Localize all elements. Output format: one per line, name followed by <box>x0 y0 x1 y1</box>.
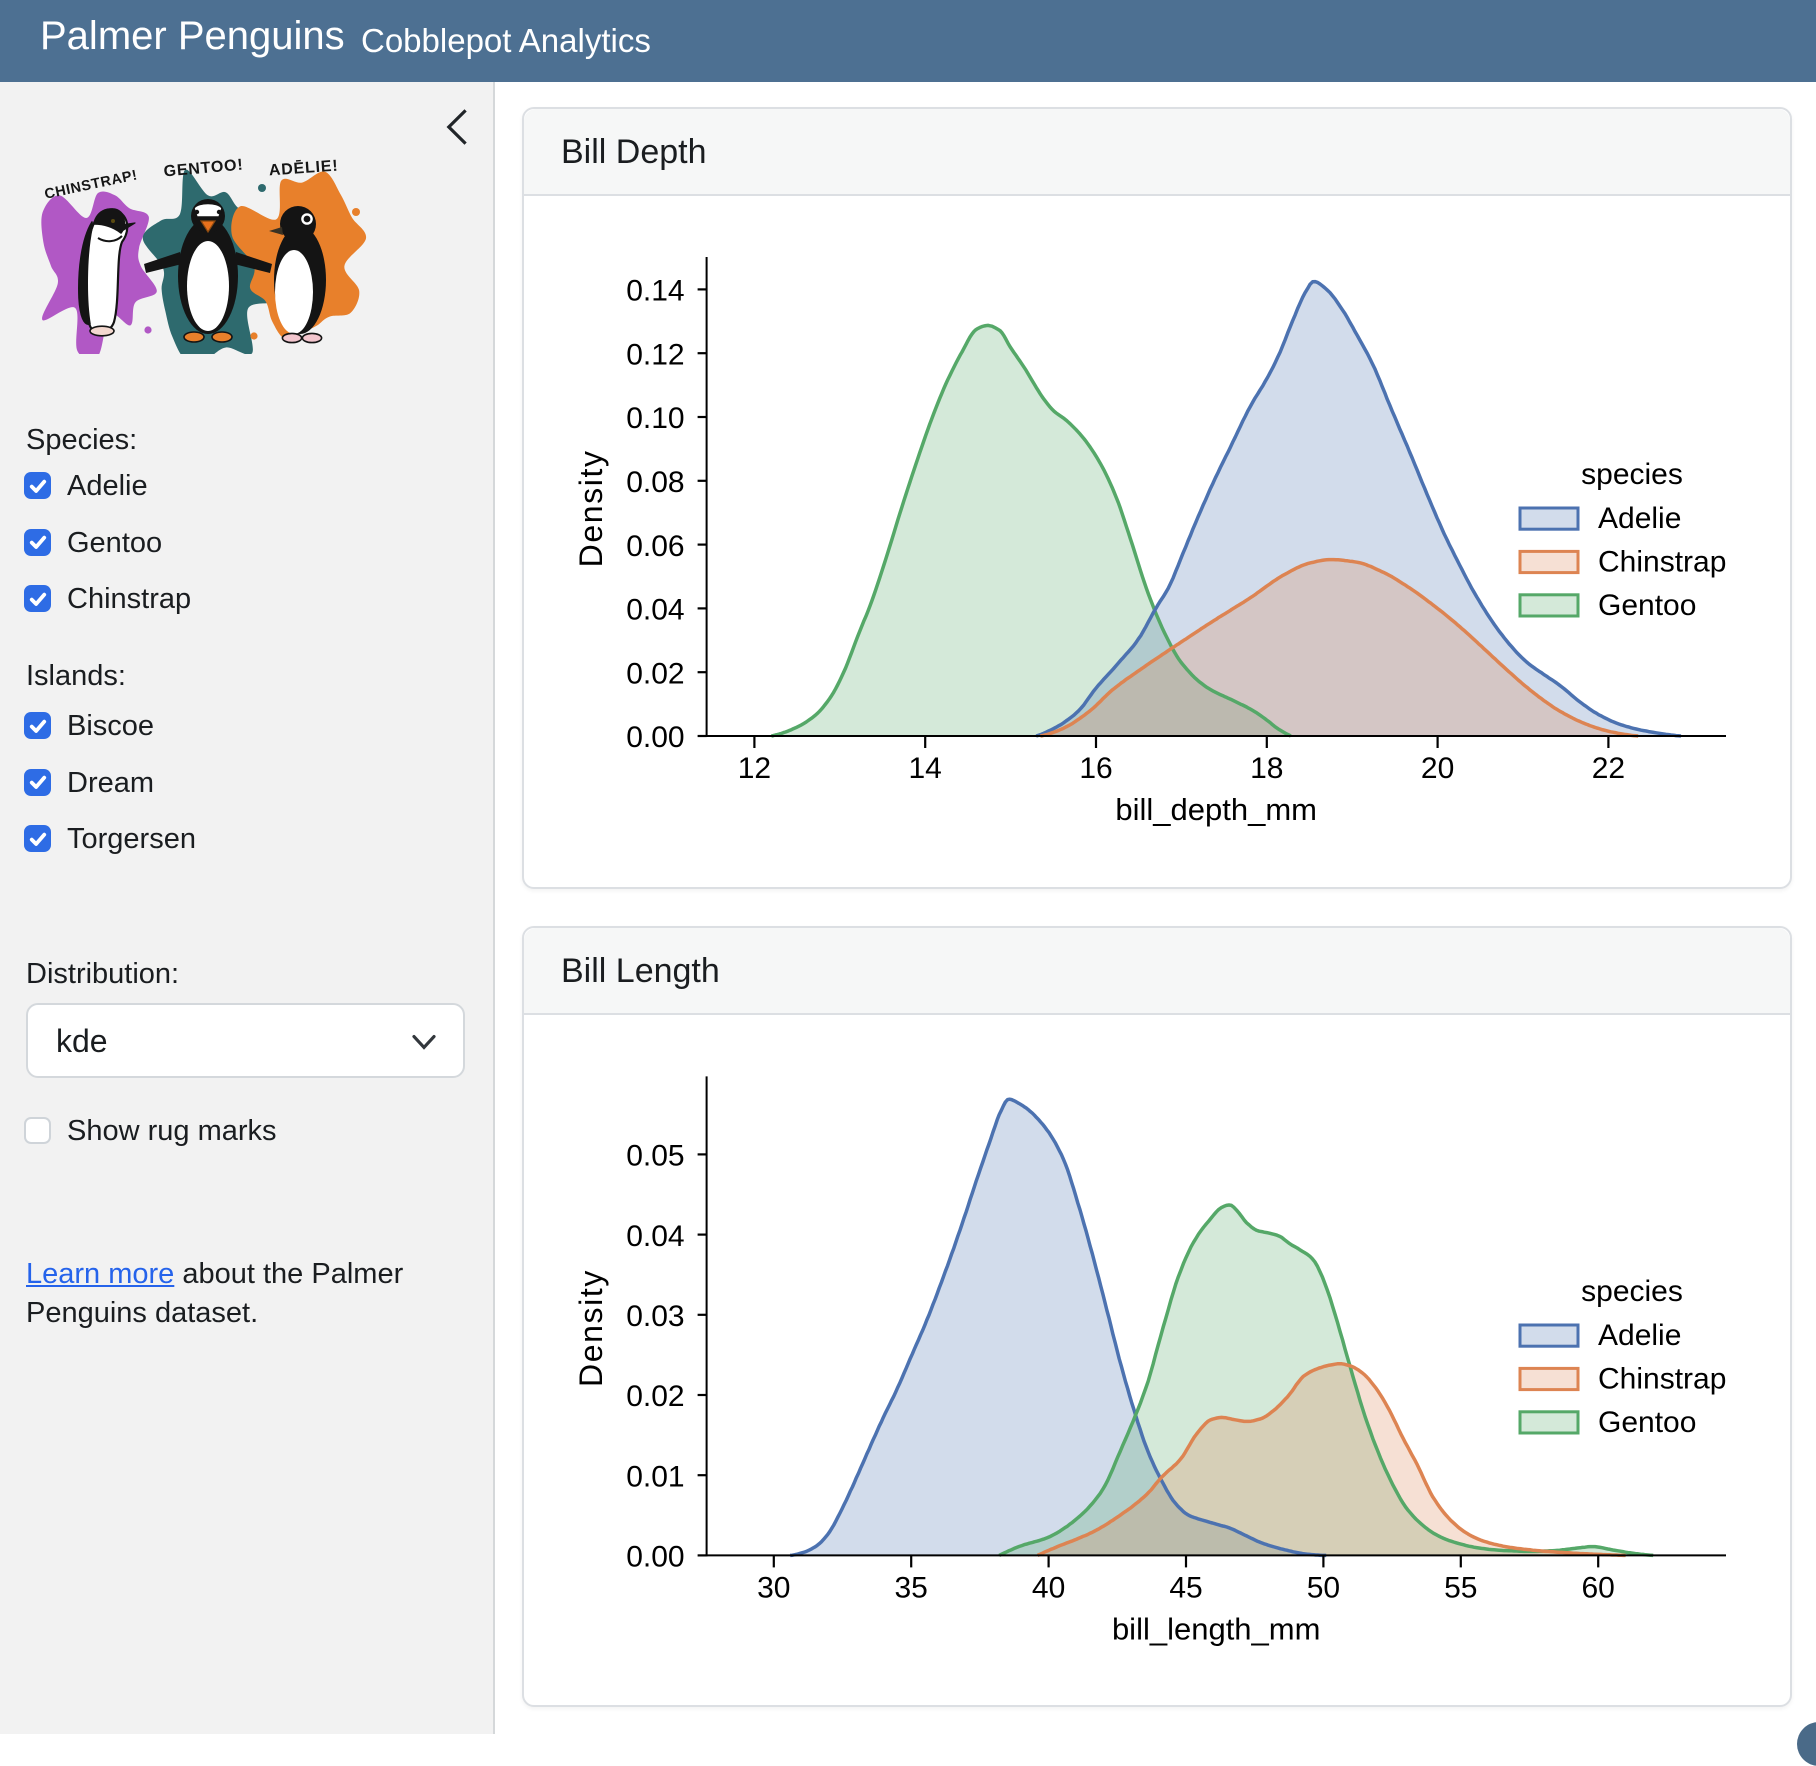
svg-text:22: 22 <box>1592 752 1625 785</box>
svg-text:0.14: 0.14 <box>626 275 684 308</box>
svg-text:18: 18 <box>1250 752 1283 785</box>
svg-text:0.05: 0.05 <box>626 1140 684 1173</box>
svg-text:0.02: 0.02 <box>626 657 684 690</box>
svg-text:Gentoo: Gentoo <box>1598 1406 1696 1439</box>
svg-text:0.04: 0.04 <box>626 594 684 627</box>
svg-text:Adelie: Adelie <box>1598 1319 1681 1352</box>
svg-text:55: 55 <box>1444 1571 1477 1604</box>
svg-text:40: 40 <box>1032 1571 1065 1604</box>
svg-text:0.12: 0.12 <box>626 338 684 371</box>
svg-text:12: 12 <box>738 752 771 785</box>
svg-text:Density: Density <box>573 1269 609 1387</box>
svg-text:60: 60 <box>1582 1571 1615 1604</box>
svg-text:bill_length_mm: bill_length_mm <box>1112 1611 1321 1646</box>
svg-text:20: 20 <box>1421 752 1454 785</box>
svg-text:50: 50 <box>1307 1571 1340 1604</box>
svg-text:Density: Density <box>573 449 609 567</box>
svg-text:0.10: 0.10 <box>626 402 684 435</box>
svg-text:Gentoo: Gentoo <box>1598 589 1696 622</box>
svg-text:0.08: 0.08 <box>626 466 684 499</box>
svg-text:Chinstrap: Chinstrap <box>1598 1362 1726 1395</box>
svg-text:14: 14 <box>909 752 942 785</box>
svg-text:Adelie: Adelie <box>1598 502 1681 535</box>
svg-text:16: 16 <box>1079 752 1112 785</box>
svg-text:35: 35 <box>895 1571 928 1604</box>
svg-text:species: species <box>1581 458 1683 491</box>
svg-text:45: 45 <box>1169 1571 1202 1604</box>
svg-text:0.01: 0.01 <box>626 1460 684 1493</box>
svg-text:0.00: 0.00 <box>626 1541 684 1574</box>
svg-text:30: 30 <box>757 1571 790 1604</box>
svg-text:0.06: 0.06 <box>626 530 684 563</box>
svg-text:CHINSTRAP!: CHINSTRAP! <box>43 167 139 202</box>
svg-text:Chinstrap: Chinstrap <box>1598 545 1726 578</box>
svg-text:0.04: 0.04 <box>626 1220 684 1253</box>
svg-text:0.00: 0.00 <box>626 721 684 754</box>
svg-text:0.03: 0.03 <box>626 1300 684 1333</box>
svg-text:species: species <box>1581 1275 1683 1308</box>
svg-text:0.02: 0.02 <box>626 1380 684 1413</box>
svg-text:GENTOO!: GENTOO! <box>163 157 244 181</box>
svg-text:bill_depth_mm: bill_depth_mm <box>1115 792 1317 827</box>
